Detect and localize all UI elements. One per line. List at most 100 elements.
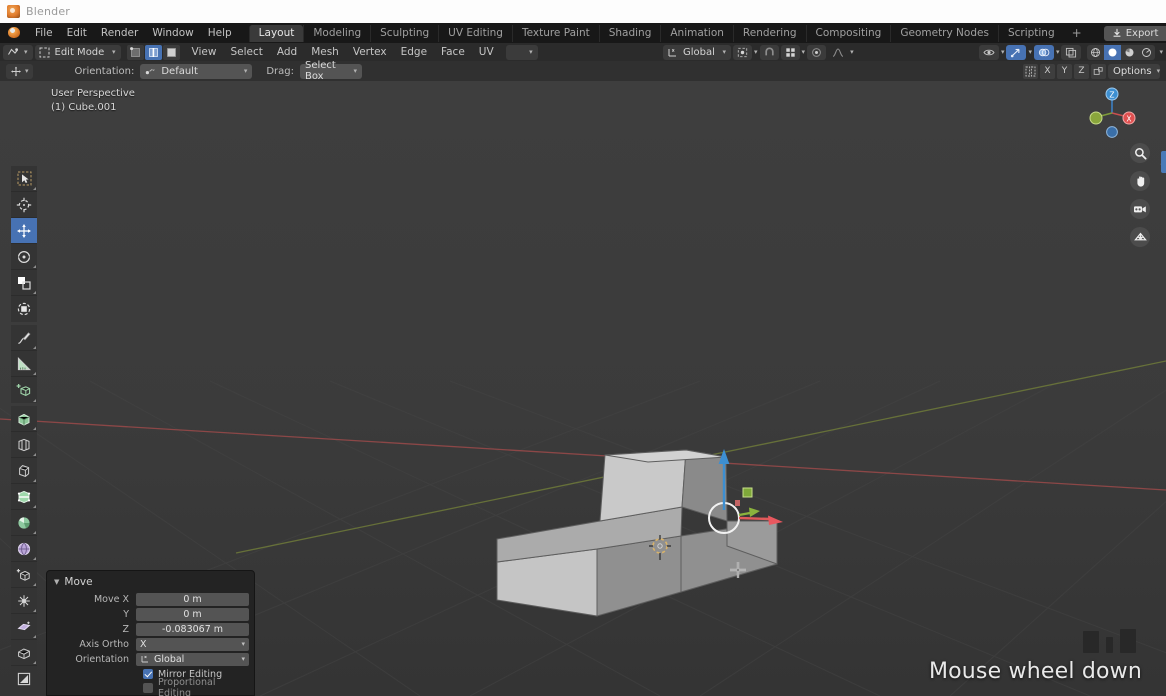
mirror-y-button[interactable]: Y (1057, 63, 1072, 79)
options-dropdown[interactable]: Options ▾ (1108, 63, 1160, 79)
cursor-tool[interactable] (11, 192, 37, 218)
extra-dropdown[interactable]: ▾ (505, 44, 538, 60)
menu-mesh[interactable]: Mesh (305, 46, 345, 58)
tab-scripting[interactable]: Scripting (997, 24, 1064, 42)
extrude-region-tool[interactable] (11, 406, 37, 432)
shading-caret-icon[interactable]: ▾ (1159, 48, 1163, 56)
navigation-axis-gizmo[interactable]: Z X (1084, 85, 1140, 141)
menu-file[interactable]: File (28, 24, 60, 42)
measure-tool[interactable] (11, 351, 37, 377)
menu-view[interactable]: View (186, 46, 223, 58)
menu-edge[interactable]: Edge (395, 46, 433, 58)
solid-shading-button[interactable] (1104, 44, 1122, 60)
tab-uv-editing[interactable]: UV Editing (438, 24, 512, 42)
orientation-dropdown[interactable]: Global ▾ (136, 652, 249, 666)
zoom-button[interactable] (1130, 143, 1150, 163)
knife-tool[interactable] (11, 510, 37, 536)
overlays-caret-icon[interactable]: ▾ (1056, 48, 1060, 56)
tab-layout[interactable]: Layout (248, 24, 304, 42)
overlays-toggle-button[interactable] (1033, 44, 1054, 60)
add-workspace-button[interactable]: + (1064, 26, 1090, 40)
pan-button[interactable] (1130, 171, 1150, 191)
operator-panel-header[interactable]: ▼ Move (47, 574, 254, 592)
vertex-select-button[interactable] (126, 44, 144, 60)
proportional-editing-checkbox[interactable] (143, 683, 153, 693)
annotate-tool[interactable] (11, 325, 37, 351)
menu-help[interactable]: Help (201, 24, 239, 42)
editor-type-selector[interactable]: ▾ (3, 44, 33, 60)
material-preview-button[interactable] (1121, 44, 1139, 60)
sidebar-collapsed-strip[interactable] (1161, 151, 1166, 173)
edge-select-button[interactable] (144, 44, 162, 60)
proportional-editing-row[interactable]: Proportional Editing (47, 677, 254, 696)
blender-menu-icon[interactable] (6, 23, 24, 43)
camera-view-button[interactable] (1130, 199, 1150, 219)
menu-uv[interactable]: UV (473, 46, 500, 58)
bevel-tool[interactable] (11, 458, 37, 484)
rotate-tool[interactable] (11, 244, 37, 270)
drag-setting-dropdown[interactable]: Select Box ▾ (300, 60, 362, 82)
mode-selector[interactable]: Edit Mode ▾ (34, 44, 121, 60)
tab-texture-paint[interactable]: Texture Paint (511, 24, 599, 42)
menu-window[interactable]: Window (145, 24, 200, 42)
snap-toggle-button[interactable] (759, 44, 779, 60)
object-visibility-button[interactable] (978, 44, 999, 60)
visibility-caret-icon[interactable]: ▾ (1001, 48, 1005, 56)
tab-rendering[interactable]: Rendering (732, 24, 806, 42)
move-y-input[interactable]: 0 m (136, 607, 249, 621)
gizmo-x-axis[interactable] (738, 516, 771, 521)
pivot-point-button[interactable] (733, 44, 753, 60)
orthographic-toggle-button[interactable] (1130, 227, 1150, 247)
mirror-editing-checkbox[interactable] (143, 669, 153, 679)
tab-shading[interactable]: Shading (598, 24, 661, 42)
menu-edit[interactable]: Edit (60, 24, 94, 42)
auto-merge-button[interactable] (1091, 63, 1106, 79)
transform-orientation-selector[interactable]: Global ▾ (663, 44, 732, 60)
menu-vertex[interactable]: Vertex (347, 46, 393, 58)
active-tool-icon-button[interactable]: ▾ (6, 63, 33, 79)
rendered-shading-button[interactable] (1138, 44, 1156, 60)
falloff-caret-icon[interactable]: ▾ (850, 48, 854, 56)
mirror-x-button[interactable]: X (1040, 63, 1055, 79)
edge-slide-tool[interactable] (11, 614, 37, 640)
move-tool[interactable] (11, 218, 37, 244)
poly-build-tool[interactable] (11, 536, 37, 562)
wireframe-shading-button[interactable] (1087, 44, 1105, 60)
falloff-curve-button[interactable] (828, 45, 848, 60)
proportional-editing-button[interactable] (807, 44, 827, 60)
transform-tool[interactable] (11, 296, 37, 322)
mirror-z-button[interactable]: Z (1074, 63, 1089, 79)
tab-geometry-nodes[interactable]: Geometry Nodes (890, 24, 998, 42)
menu-face[interactable]: Face (435, 46, 471, 58)
tab-sculpting[interactable]: Sculpting (370, 24, 438, 42)
menu-add[interactable]: Add (271, 46, 303, 58)
gizmo-caret-icon[interactable]: ▾ (1028, 48, 1032, 56)
tweak-tool[interactable] (11, 166, 37, 192)
menu-render[interactable]: Render (94, 24, 145, 42)
inset-faces-tool[interactable] (11, 432, 37, 458)
snap-target-caret-icon[interactable]: ▾ (802, 48, 806, 56)
shrink-fatten-tool[interactable] (11, 640, 37, 666)
face-select-button[interactable] (162, 44, 180, 60)
smooth-tool[interactable] (11, 588, 37, 614)
orientation-setting-dropdown[interactable]: Default ▾ (140, 63, 253, 79)
menu-select[interactable]: Select (224, 46, 268, 58)
pivot-caret-icon[interactable]: ▾ (754, 48, 758, 56)
move-x-input[interactable]: 0 m (136, 592, 249, 606)
axis-ortho-dropdown[interactable]: X ▾ (136, 637, 249, 651)
tab-modeling[interactable]: Modeling (303, 24, 370, 42)
mirror-icon-button[interactable] (1023, 63, 1038, 79)
gizmo-plane-handle[interactable] (742, 487, 753, 498)
tab-compositing[interactable]: Compositing (805, 24, 891, 42)
3d-viewport[interactable]: User Perspective (1) Cube.001 Z X ▼ Move… (0, 81, 1166, 696)
gizmo-toggle-button[interactable] (1006, 44, 1027, 60)
snap-target-button[interactable] (780, 44, 800, 60)
scale-tool[interactable] (11, 270, 37, 296)
tab-animation[interactable]: Animation (660, 24, 733, 42)
xray-toggle-button[interactable] (1061, 44, 1082, 60)
loop-cut-tool[interactable] (11, 484, 37, 510)
spin-tool[interactable] (11, 562, 37, 588)
export-button[interactable]: Export (1103, 25, 1166, 41)
add-cube-tool[interactable] (11, 377, 37, 403)
move-z-input[interactable]: -0.083067 m (136, 622, 249, 636)
